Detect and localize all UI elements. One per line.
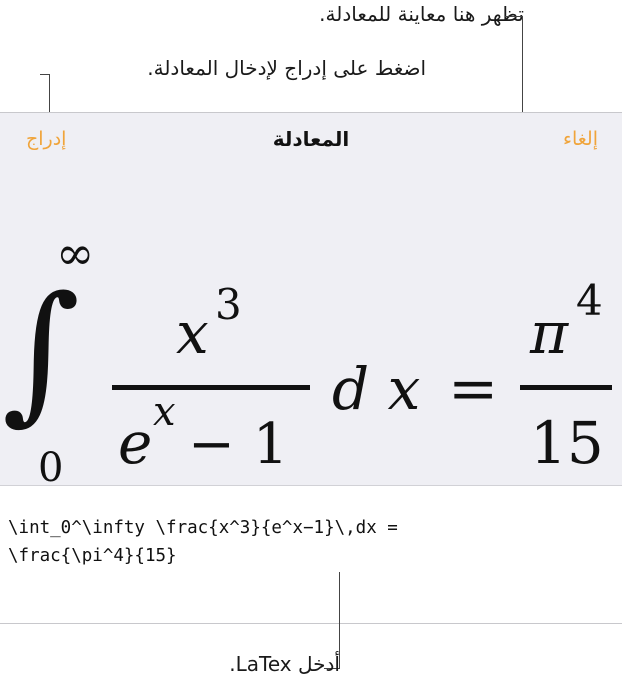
- rhs-numerator-base: π: [529, 299, 569, 367]
- rhs-fraction-bar: [520, 385, 612, 390]
- rhs-denominator: 15: [530, 409, 604, 477]
- integral-lower-limit: 0: [38, 445, 63, 485]
- equation-dialog: إدراج المعادلة إلغاء ∫ ∞ 0 x 3 e x − 1 d…: [0, 112, 622, 624]
- latex-line-1: \int_0^\infty \frac{x^3}{e^x−1}\,dx =: [8, 518, 398, 538]
- dialog-title: المعادلة: [272, 127, 350, 151]
- latex-editor[interactable]: \int_0^\infty \frac{x^3}{e^x−1}\,dx = \fr…: [0, 485, 622, 623]
- fraction-numerator-base: x: [176, 299, 209, 367]
- equation-preview: ∫ ∞ 0 x 3 e x − 1 d x = π 4 15: [0, 173, 622, 485]
- preview-callout-cap: [505, 16, 523, 17]
- insert-callout: اضغط على إدراج لإدخال المعادلة.: [147, 56, 426, 80]
- latex-input[interactable]: \int_0^\infty \frac{x^3}{e^x−1}\,dx = \fr…: [8, 514, 614, 570]
- integral-upper-limit: ∞: [56, 226, 94, 280]
- equals-sign: =: [448, 354, 498, 424]
- differential: d x: [332, 355, 420, 423]
- fraction-denominator-tail: − 1: [188, 412, 288, 477]
- fraction-numerator-exponent: 3: [215, 280, 242, 329]
- latex-callout: أدخل LaTex.: [229, 652, 340, 676]
- latex-line-2: \frac{\pi^4}{15}: [8, 546, 177, 566]
- fraction-denominator-exponent: x: [153, 389, 176, 435]
- equation-preview-render: ∫ ∞ 0 x 3 e x − 1 d x = π 4 15: [2, 226, 612, 485]
- preview-callout: تظهر هنا معاينة للمعادلة.: [319, 2, 524, 26]
- fraction-bar: [112, 385, 310, 390]
- integral-sign: ∫: [2, 265, 80, 439]
- dialog-nav-bar: إدراج المعادلة إلغاء: [0, 113, 622, 173]
- cancel-button[interactable]: إلغاء: [563, 128, 598, 150]
- fraction-denominator-base: e: [118, 409, 152, 477]
- rhs-numerator-exponent: 4: [576, 276, 603, 325]
